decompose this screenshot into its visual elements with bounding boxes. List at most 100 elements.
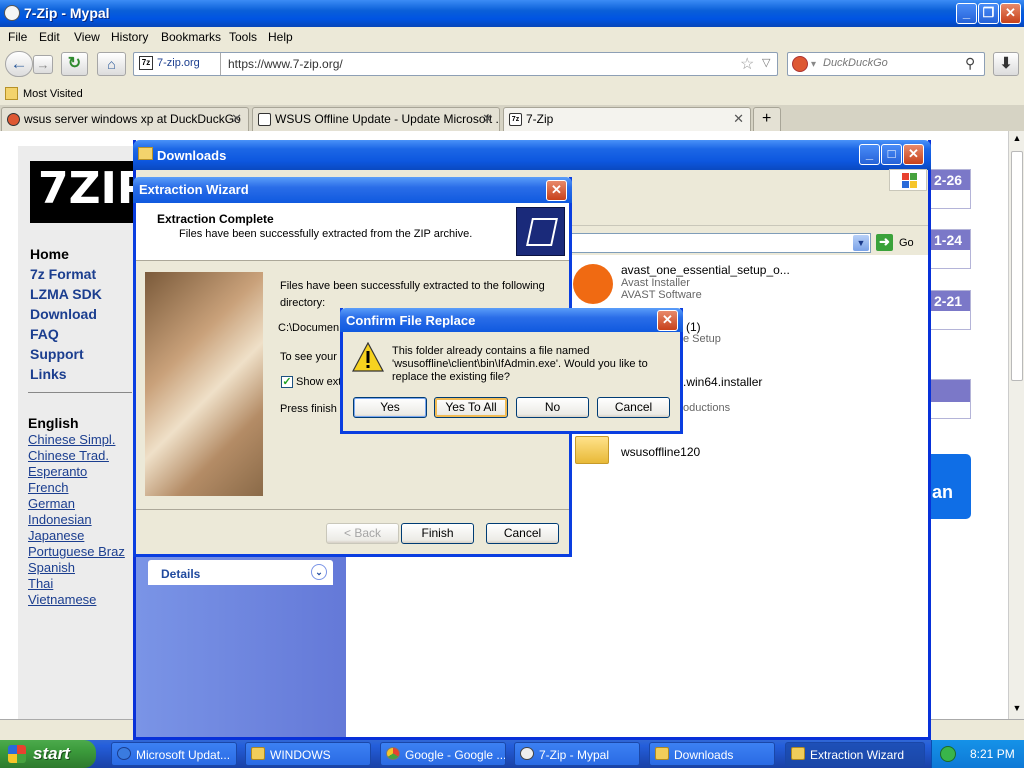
yes-to-all-button[interactable]: Yes To All	[434, 397, 508, 418]
taskbar-label: Downloads	[674, 748, 734, 762]
search-dropdown-icon[interactable]: ▾	[811, 59, 816, 70]
show-files-checkbox[interactable]: ✓	[281, 376, 293, 388]
nav-faq[interactable]: FAQ	[30, 326, 59, 342]
tab-wsus[interactable]: WSUS Offline Update - Update Microsoft .…	[252, 107, 500, 131]
file-name[interactable]: .win64.installer	[683, 375, 762, 389]
reload-icon[interactable]: ↻	[61, 52, 88, 76]
lang-link[interactable]: Japanese	[28, 528, 84, 543]
menu-help[interactable]: Help	[268, 30, 293, 44]
minimize-button[interactable]: _	[956, 3, 977, 24]
tab-7zip[interactable]: 7z 7-Zip ✕	[503, 107, 751, 131]
tab-close-icon[interactable]: ✕	[231, 111, 242, 127]
lang-link[interactable]: Chinese Simpl.	[28, 432, 115, 447]
search-icon[interactable]: ⚲	[965, 55, 975, 72]
taskbar-item[interactable]: 7-Zip - Mypal	[514, 742, 640, 766]
scroll-up-icon[interactable]: ▲	[1011, 133, 1023, 147]
close-button[interactable]: ✕	[1000, 3, 1021, 24]
logo-square	[910, 181, 917, 188]
page-icon	[258, 113, 271, 126]
page-scrollbar[interactable]: ▲ ▼	[1008, 131, 1024, 719]
no-button[interactable]: No	[516, 397, 589, 418]
nav-lzma-sdk[interactable]: LZMA SDK	[30, 286, 102, 302]
file-item[interactable]: avast_one_essential_setup_o... Avast Ins…	[621, 263, 790, 301]
menu-view[interactable]: View	[74, 30, 100, 44]
taskbar-item[interactable]: Microsoft Updat...	[111, 742, 237, 766]
cancel-button[interactable]: Cancel	[486, 523, 559, 544]
bookmark-star-icon[interactable]: ☆	[740, 54, 754, 74]
back-arrow-icon[interactable]: ←	[5, 51, 33, 77]
tab-duckduckgo[interactable]: wsus server windows xp at DuckDuckGo ✕	[1, 107, 249, 131]
file-name[interactable]: (1)	[686, 320, 701, 334]
wizard-subheading: Files have been successfully extracted f…	[179, 228, 473, 240]
folder-icon	[791, 747, 805, 760]
browser-title: 7-Zip - Mypal	[24, 5, 110, 21]
address-bar[interactable]: 7z 7-zip.org https://www.7-zip.org/ ☆ ▽	[133, 52, 778, 76]
chevron-down-icon[interactable]: ⌄	[311, 564, 327, 580]
go-button[interactable]: Go	[899, 237, 914, 249]
taskbar-item[interactable]: Downloads	[649, 742, 775, 766]
go-arrow-icon[interactable]: ➜	[876, 234, 893, 251]
confirm-message: This folder already contains a file name…	[392, 345, 590, 357]
downloads-title-bar: Downloads	[133, 140, 931, 170]
scroll-down-icon[interactable]: ▼	[1011, 703, 1023, 717]
menu-bookmarks[interactable]: Bookmarks	[161, 30, 221, 44]
search-placeholder[interactable]: DuckDuckGo	[823, 57, 888, 69]
lang-link[interactable]: German	[28, 496, 75, 511]
new-tab-button[interactable]: +	[753, 107, 781, 131]
maximize-button[interactable]: □	[881, 144, 902, 165]
file-company: AVAST Software	[621, 289, 702, 301]
menu-history[interactable]: History	[111, 30, 148, 44]
yes-button[interactable]: Yes	[353, 397, 427, 418]
lang-link[interactable]: French	[28, 480, 68, 495]
most-visited-link[interactable]: Most Visited	[23, 88, 83, 100]
lang-link[interactable]: Portuguese Braz	[28, 544, 125, 559]
nav-support[interactable]: Support	[30, 346, 84, 362]
nav-download[interactable]: Download	[30, 306, 97, 322]
close-icon[interactable]: ✕	[546, 180, 567, 201]
nav-7z-format[interactable]: 7z Format	[30, 266, 96, 282]
menu-edit[interactable]: Edit	[39, 30, 60, 44]
tab-close-icon[interactable]: ✕	[733, 111, 744, 127]
file-name[interactable]: wsusoffline120	[621, 445, 700, 459]
confirm-message: 'wsusoffline\client\bin\IfAdmin.exe'. Wo…	[392, 358, 648, 370]
details-panel-header[interactable]: Details ⌄	[148, 560, 333, 585]
nav-links[interactable]: Links	[30, 366, 67, 382]
lang-link[interactable]: Esperanto	[28, 464, 87, 479]
taskbar-item[interactable]: WINDOWS	[245, 742, 371, 766]
address-combobox[interactable]: ▼	[569, 233, 871, 253]
menu-file[interactable]: File	[8, 30, 27, 44]
download-arrow-icon[interactable]: ⬇	[993, 52, 1019, 76]
download-banner[interactable]: an	[930, 454, 971, 519]
search-box[interactable]: ▾ DuckDuckGo ⚲	[787, 52, 985, 76]
forward-arrow-icon[interactable]: →	[33, 55, 53, 74]
7zip-logo: 7ZIP	[30, 161, 149, 223]
lang-link[interactable]: Thai	[28, 576, 53, 591]
url-text[interactable]: https://www.7-zip.org/	[228, 57, 343, 71]
maximize-button[interactable]: ❐	[978, 3, 999, 24]
minimize-button[interactable]: _	[859, 144, 880, 165]
cancel-button[interactable]: Cancel	[597, 397, 670, 418]
lang-link[interactable]: Chinese Trad.	[28, 448, 109, 463]
tab-close-icon[interactable]: ✕	[482, 111, 493, 127]
back-button[interactable]: < Back	[326, 523, 399, 544]
lang-link[interactable]: Spanish	[28, 560, 75, 575]
url-dropdown-icon[interactable]: ▽	[762, 56, 770, 69]
site-identity-badge[interactable]: 7-zip.org	[157, 57, 200, 69]
lang-link[interactable]: Indonesian	[28, 512, 92, 527]
tray-app-icon[interactable]	[940, 746, 956, 762]
close-icon[interactable]: ✕	[657, 310, 678, 331]
menu-tools[interactable]: Tools	[229, 30, 257, 44]
clock[interactable]: 8:21 PM	[970, 747, 1015, 761]
file-description: Avast Installer	[621, 277, 690, 289]
chevron-down-icon[interactable]: ▼	[853, 235, 869, 251]
close-button[interactable]: ✕	[903, 144, 924, 165]
nav-home[interactable]: Home	[30, 246, 69, 262]
lang-link[interactable]: Vietnamese	[28, 592, 96, 607]
start-button[interactable]: start	[0, 740, 96, 768]
finish-button[interactable]: Finish	[401, 523, 474, 544]
home-icon[interactable]: ⌂	[97, 52, 126, 76]
taskbar-item-active[interactable]: Extraction Wizard	[785, 742, 925, 766]
scroll-thumb[interactable]	[1011, 151, 1023, 381]
file-description: e Setup	[683, 333, 721, 345]
taskbar-item[interactable]: Google - Google ...	[380, 742, 506, 766]
